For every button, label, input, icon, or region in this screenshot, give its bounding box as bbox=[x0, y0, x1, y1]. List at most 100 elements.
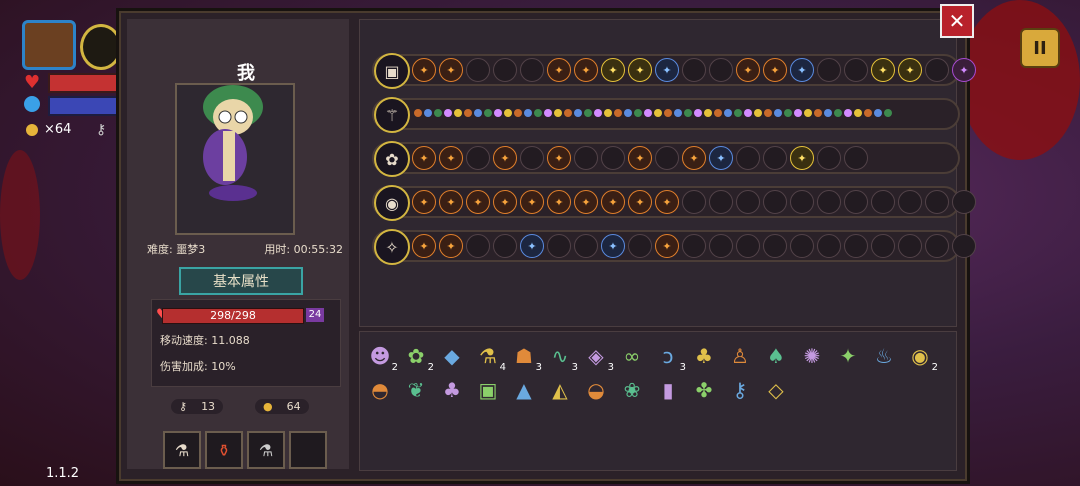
item-icon[interactable]: ↄ3 bbox=[654, 342, 687, 373]
rune-slot[interactable]: ✦ bbox=[871, 58, 895, 82]
item-icon[interactable]: ✤ bbox=[690, 376, 718, 404]
empty-rune-slot[interactable] bbox=[817, 234, 841, 258]
item-icon[interactable]: ◇ bbox=[762, 376, 790, 404]
rune-slot[interactable]: ✦ bbox=[547, 146, 571, 170]
rune-slot[interactable]: ✦ bbox=[412, 58, 436, 82]
empty-rune-slot[interactable] bbox=[952, 234, 976, 258]
rune-slot[interactable]: ✦ bbox=[574, 190, 598, 214]
rune-slot[interactable]: ✦ bbox=[736, 58, 760, 82]
empty-rune-slot[interactable] bbox=[817, 58, 841, 82]
empty-rune-slot[interactable] bbox=[601, 146, 625, 170]
rune-slot[interactable]: ✦ bbox=[682, 146, 706, 170]
pause-button[interactable]: II bbox=[1020, 28, 1060, 68]
item-icon[interactable]: ❀ bbox=[618, 376, 646, 404]
empty-rune-slot[interactable] bbox=[844, 190, 868, 214]
rune-slot[interactable]: ✦ bbox=[439, 146, 463, 170]
empty-rune-slot[interactable] bbox=[898, 234, 922, 258]
empty-rune-slot[interactable] bbox=[871, 190, 895, 214]
empty-rune-slot[interactable] bbox=[817, 190, 841, 214]
empty-rune-slot[interactable] bbox=[763, 190, 787, 214]
rune-slot[interactable]: ✦ bbox=[547, 190, 571, 214]
item-icon[interactable]: ◈ 3 bbox=[582, 342, 614, 373]
rune-slot[interactable]: ✦ bbox=[412, 190, 436, 214]
item-icon[interactable]: ♨ bbox=[870, 342, 898, 370]
empty-rune-slot[interactable] bbox=[925, 234, 949, 258]
rune-slot[interactable]: ✦ bbox=[412, 146, 436, 170]
item-icon[interactable]: ∿ 3 bbox=[546, 342, 578, 373]
item-icon[interactable]: ♙ bbox=[726, 342, 754, 370]
rune-slot[interactable]: ✦ bbox=[520, 234, 544, 258]
item-icon[interactable]: ❦ bbox=[402, 376, 430, 404]
chest-icon[interactable] bbox=[22, 20, 76, 70]
empty-rune-slot[interactable] bbox=[466, 234, 490, 258]
item-icon[interactable]: ◒ bbox=[582, 376, 610, 404]
rune-slot[interactable]: ✦ bbox=[790, 58, 814, 82]
orb-icon[interactable]: ◉ bbox=[374, 185, 410, 221]
empty-rune-slot[interactable] bbox=[682, 234, 706, 258]
rune-slot[interactable]: ✦ bbox=[601, 190, 625, 214]
empty-rune-slot[interactable] bbox=[844, 146, 868, 170]
rune-slot[interactable]: ✦ bbox=[655, 58, 679, 82]
empty-rune-slot[interactable] bbox=[682, 58, 706, 82]
empty-rune-slot[interactable] bbox=[709, 58, 733, 82]
staff-icon[interactable]: ⚚ bbox=[374, 97, 410, 133]
potion-slot[interactable]: ⚗ bbox=[163, 431, 201, 469]
item-icon[interactable]: ◭ bbox=[546, 376, 574, 404]
rune-slot[interactable]: ✦ bbox=[898, 58, 922, 82]
empty-rune-slot[interactable] bbox=[655, 146, 679, 170]
empty-rune-slot[interactable] bbox=[952, 190, 976, 214]
rune-slot[interactable]: ✦ bbox=[547, 58, 571, 82]
item-icon[interactable]: ∞ bbox=[618, 342, 646, 370]
wand-icon[interactable]: ✧ bbox=[374, 229, 410, 265]
rune-slot[interactable]: ✦ bbox=[601, 58, 625, 82]
item-icon[interactable]: ✿ 2 bbox=[402, 342, 434, 373]
item-icon[interactable]: ▲ bbox=[510, 376, 538, 404]
empty-rune-slot[interactable] bbox=[736, 190, 760, 214]
rune-slot[interactable]: ✦ bbox=[493, 146, 517, 170]
item-icon[interactable]: ✺ bbox=[798, 342, 826, 370]
item-icon[interactable]: ♣ bbox=[690, 342, 718, 370]
chest-icon[interactable]: ▣ bbox=[374, 53, 410, 89]
empty-rune-slot[interactable] bbox=[493, 58, 517, 82]
empty-rune-slot[interactable] bbox=[466, 58, 490, 82]
rune-slot[interactable]: ✦ bbox=[439, 58, 463, 82]
item-icon[interactable]: ♠ bbox=[762, 342, 790, 370]
empty-rune-slot[interactable] bbox=[763, 234, 787, 258]
empty-rune-slot[interactable] bbox=[898, 190, 922, 214]
empty-rune-slot[interactable] bbox=[574, 146, 598, 170]
close-button[interactable]: ✕ bbox=[940, 4, 974, 38]
empty-rune-slot[interactable] bbox=[520, 146, 544, 170]
empty-rune-slot[interactable] bbox=[925, 190, 949, 214]
empty-rune-slot[interactable] bbox=[628, 234, 652, 258]
empty-rune-slot[interactable] bbox=[844, 234, 868, 258]
empty-rune-slot[interactable] bbox=[682, 190, 706, 214]
rune-slot[interactable]: ✦ bbox=[709, 146, 733, 170]
flower-icon[interactable]: ✿ bbox=[374, 141, 410, 177]
empty-rune-slot[interactable] bbox=[817, 146, 841, 170]
potion-slot[interactable]: ⚗ bbox=[247, 431, 285, 469]
empty-slot[interactable] bbox=[289, 431, 327, 469]
rune-slot[interactable]: ✦ bbox=[628, 190, 652, 214]
rune-slot[interactable]: ✦ bbox=[790, 146, 814, 170]
rune-slot[interactable]: ✦ bbox=[655, 190, 679, 214]
rune-slot[interactable]: ✦ bbox=[628, 58, 652, 82]
empty-rune-slot[interactable] bbox=[763, 146, 787, 170]
empty-rune-slot[interactable] bbox=[709, 190, 733, 214]
item-icon[interactable]: ▣ bbox=[474, 376, 502, 404]
empty-rune-slot[interactable] bbox=[547, 234, 571, 258]
item-icon[interactable]: ☻ 2 bbox=[366, 342, 398, 373]
rune-slot[interactable]: ✦ bbox=[574, 58, 598, 82]
rune-slot[interactable]: ✦ bbox=[655, 234, 679, 258]
empty-rune-slot[interactable] bbox=[844, 58, 868, 82]
empty-rune-slot[interactable] bbox=[925, 58, 949, 82]
rune-slot[interactable]: ✦ bbox=[763, 58, 787, 82]
empty-rune-slot[interactable] bbox=[736, 234, 760, 258]
item-icon[interactable]: ◉ 2 bbox=[906, 342, 938, 373]
empty-rune-slot[interactable] bbox=[790, 190, 814, 214]
empty-rune-slot[interactable] bbox=[871, 234, 895, 258]
empty-rune-slot[interactable] bbox=[520, 58, 544, 82]
rune-slot[interactable]: ✦ bbox=[412, 234, 436, 258]
empty-rune-slot[interactable] bbox=[736, 146, 760, 170]
empty-rune-slot[interactable] bbox=[709, 234, 733, 258]
empty-rune-slot[interactable] bbox=[493, 234, 517, 258]
